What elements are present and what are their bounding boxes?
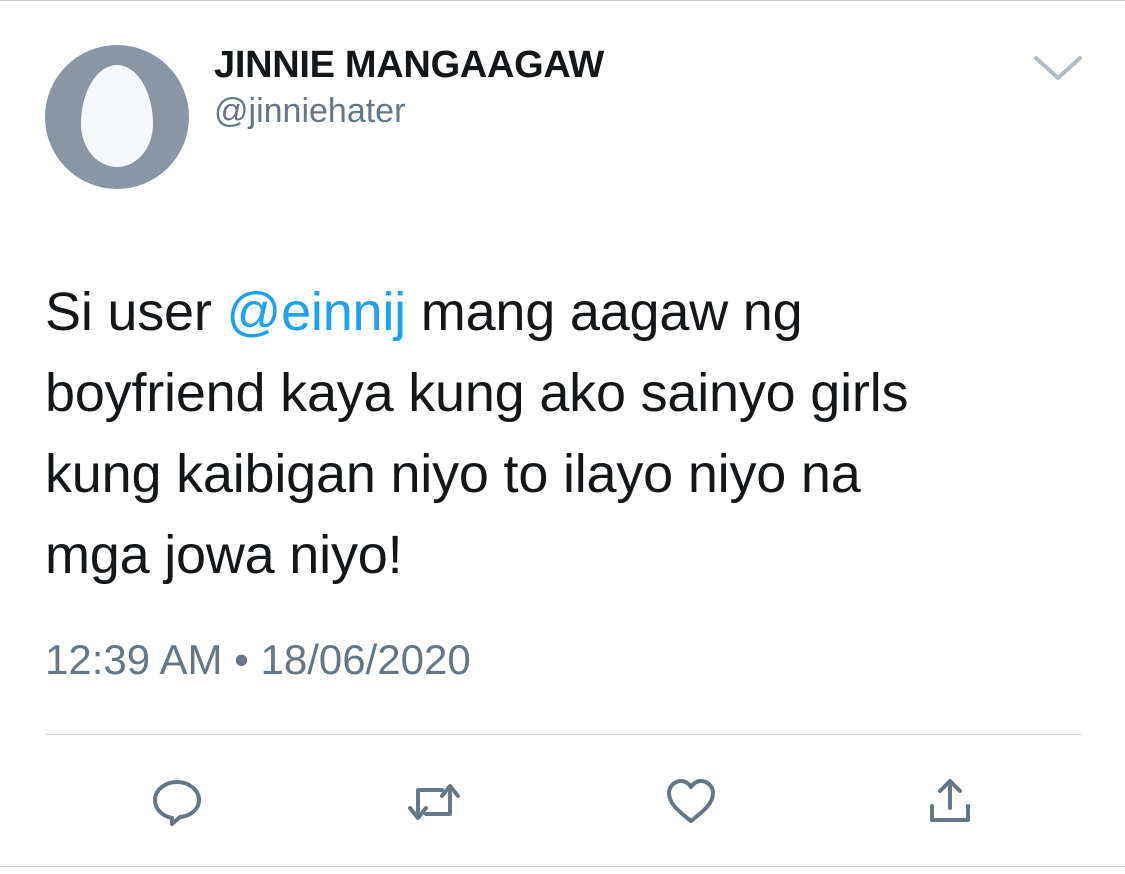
- tweet-text-prefix: Si user: [45, 282, 227, 342]
- reply-button[interactable]: [151, 776, 203, 828]
- tweet-text-line1-suffix: mang aagaw ng: [405, 282, 803, 342]
- timestamp-separator: •: [234, 636, 249, 683]
- tweet-text-line-2: boyfriend kaya kung ako sainyo girls: [45, 363, 909, 423]
- timestamp-date: 18/06/2020: [260, 636, 471, 683]
- share-icon: [930, 779, 970, 822]
- tweet-card: JINNIE MANGAAGAW @jinniehater Si user @e…: [0, 0, 1125, 874]
- chevron-down-icon[interactable]: [1030, 50, 1086, 84]
- mention-link[interactable]: @einnij: [226, 282, 406, 342]
- share-button[interactable]: [924, 776, 976, 828]
- user-handle[interactable]: @jinniehater: [214, 92, 405, 131]
- tweet-text-line-1: Si user @einnij mang aagaw ng: [45, 272, 1085, 353]
- timestamp-time: 12:39 AM: [45, 636, 223, 683]
- bottom-border: [0, 866, 1125, 867]
- retweet-icon: [408, 784, 460, 820]
- retweet-button[interactable]: [408, 776, 460, 828]
- tweet-text-line-4: mga jowa niyo!: [45, 525, 403, 585]
- heart-icon: [667, 779, 715, 823]
- default-egg-avatar-icon: [81, 65, 153, 167]
- top-border: [0, 0, 1125, 1]
- like-button[interactable]: [665, 776, 717, 828]
- tweet-text-line-3: kung kaibigan niyo to ilayo niyo na: [45, 444, 861, 504]
- timestamp[interactable]: 12:39 AM • 18/06/2020: [45, 636, 471, 684]
- divider: [45, 734, 1081, 735]
- avatar[interactable]: [45, 45, 189, 189]
- tweet-text: Si user @einnij mang aagaw ng boyfriend …: [45, 272, 1085, 596]
- display-name[interactable]: JINNIE MANGAAGAW: [214, 44, 604, 87]
- reply-icon: [153, 780, 201, 826]
